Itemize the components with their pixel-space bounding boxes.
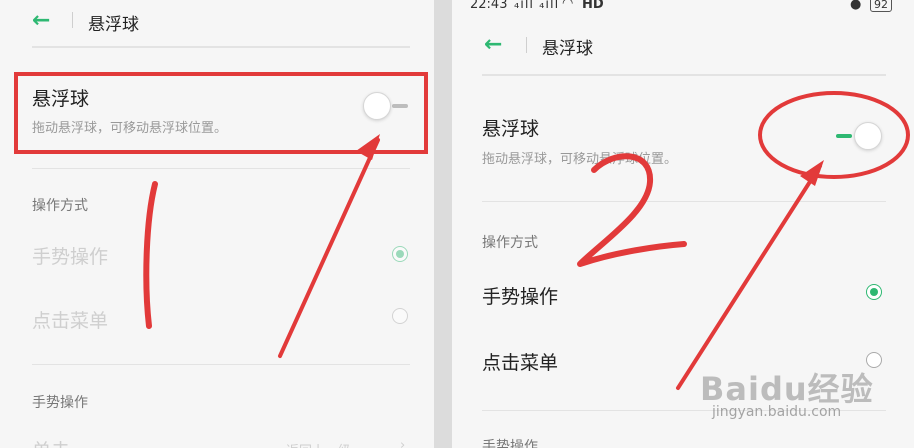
network-type: HD	[582, 0, 604, 12]
option-gesture-label[interactable]: 手势操作	[32, 242, 108, 269]
section-gesture-settings: 手势操作	[482, 439, 538, 448]
status-time: 22:43	[470, 0, 508, 12]
screenshot-left: ← 悬浮球 悬浮球 拖动悬浮球，可移动悬浮球位置。 操作方式 手势操作 点击菜单…	[0, 0, 434, 448]
radio-gesture[interactable]	[866, 284, 882, 300]
floating-ball-description: 拖动悬浮球，可移动悬浮球位置。	[32, 121, 228, 136]
back-arrow-icon[interactable]: ←	[32, 10, 50, 32]
chevron-right-icon: ›	[400, 438, 406, 448]
toggle-track	[836, 134, 852, 138]
header-separator	[72, 12, 73, 28]
section-gesture-settings: 手势操作	[32, 395, 88, 411]
panel-gutter	[434, 0, 452, 448]
divider	[32, 364, 410, 365]
toggle-track	[392, 104, 408, 108]
radio-menu[interactable]	[392, 308, 408, 324]
floating-ball-description: 拖动悬浮球，可移动悬浮球位置。	[482, 152, 678, 167]
option-gesture-label[interactable]: 手势操作	[482, 282, 558, 309]
alarm-icon: ●	[850, 0, 862, 12]
floating-ball-title: 悬浮球	[32, 88, 90, 110]
wifi-icon: ◠	[562, 0, 574, 11]
option-menu-label[interactable]: 点击菜单	[482, 348, 558, 375]
option-menu-label[interactable]: 点击菜单	[32, 306, 108, 333]
section-operation-mode: 操作方式	[32, 198, 88, 214]
divider	[482, 201, 886, 202]
divider	[32, 168, 410, 169]
section-operation-mode: 操作方式	[482, 235, 538, 251]
toggle-knob	[363, 92, 391, 120]
header-separator	[526, 37, 527, 53]
row-single-tap-value: 返回上一级	[286, 440, 351, 448]
radio-gesture[interactable]	[392, 246, 408, 262]
page-title: 悬浮球	[542, 39, 593, 59]
watermark-url: jingyan.baidu.com	[712, 404, 842, 420]
toggle-knob	[854, 122, 882, 150]
row-single-tap-label[interactable]: 单击	[32, 436, 70, 448]
header-divider	[32, 46, 410, 48]
page-title: 悬浮球	[88, 15, 139, 35]
signal-icon: ₄ıll ₄ıll	[514, 0, 560, 12]
floating-ball-title: 悬浮球	[482, 118, 540, 140]
battery-icon: 92	[870, 0, 892, 12]
header-divider	[482, 74, 886, 76]
back-arrow-icon[interactable]: ←	[484, 34, 502, 56]
